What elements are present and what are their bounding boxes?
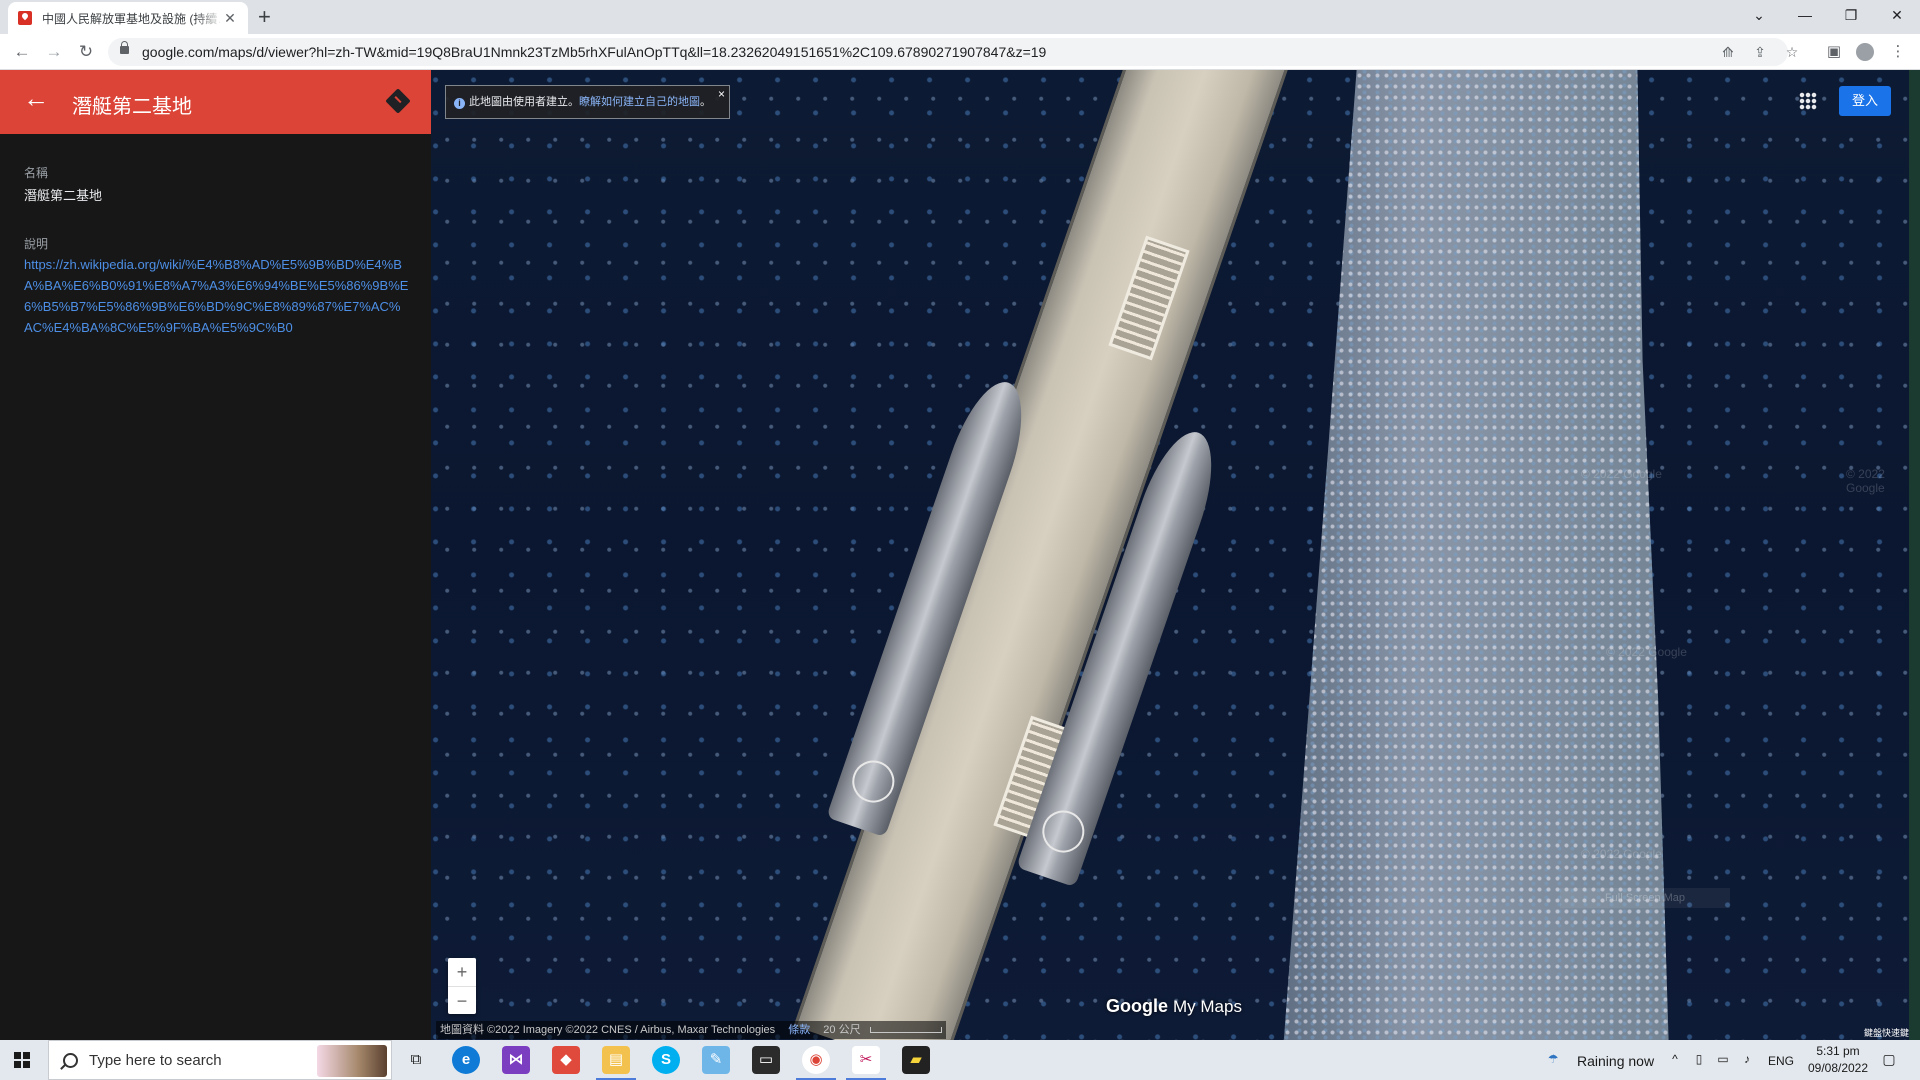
new-tab-button[interactable]: + — [258, 4, 271, 30]
tab-close-icon[interactable]: ✕ — [222, 10, 238, 27]
panel-header: ← 潛艇第二基地 — [0, 70, 431, 134]
bookmark-star-icon[interactable]: ☆ — [1782, 42, 1802, 62]
user-created-map-notice: i 此地圖由使用者建立。瞭解如何建立自己的地圖。 × — [445, 85, 730, 119]
clock-time[interactable]: 5:31 pm — [1810, 1044, 1866, 1058]
weather-text[interactable]: Raining now — [1577, 1053, 1654, 1069]
map-watermark: © 2022 Google — [1846, 467, 1885, 495]
address-bar[interactable]: google.com/maps/d/viewer?hl=zh-TW&mid=19… — [108, 38, 1788, 66]
sticky-notes-icon[interactable]: ▰ — [902, 1046, 930, 1074]
anydesk-icon[interactable]: ◆ — [552, 1046, 580, 1074]
google-my-maps-logo: Google My Maps — [1106, 996, 1242, 1017]
search-highlight-image — [317, 1045, 387, 1077]
feature-details-panel: ← 潛艇第二基地 名稱 潛艇第二基地 說明 https://zh.wikiped… — [0, 70, 431, 1040]
share-icon[interactable]: ⇪ — [1750, 42, 1770, 62]
volume-icon[interactable]: ♪ — [1740, 1052, 1754, 1066]
tab-title: 中國人民解放軍基地及設施 (持續… — [42, 11, 222, 26]
zoom-out-button[interactable]: − — [448, 987, 476, 1015]
panel-title: 潛艇第二基地 — [72, 96, 192, 118]
language-indicator[interactable]: ENG — [1768, 1054, 1794, 1068]
notice-suffix: 。 — [700, 96, 711, 108]
task-view-icon[interactable]: ⧉ — [402, 1046, 430, 1074]
terms-link[interactable]: 條款 — [788, 1024, 810, 1036]
logo-google: Google — [1106, 996, 1168, 1016]
tab-search-icon[interactable]: ⌄ — [1736, 0, 1782, 30]
forward-icon[interactable]: → — [42, 40, 66, 64]
back-arrow-icon[interactable]: ← — [22, 84, 50, 112]
back-icon[interactable]: ← — [10, 40, 34, 64]
google-apps-grid-icon[interactable] — [1799, 92, 1817, 110]
translate-icon[interactable]: ⟰ — [1718, 42, 1738, 62]
description-link[interactable]: https://zh.wikipedia.org/wiki/%E4%B8%AD%… — [24, 254, 409, 338]
network-icon[interactable]: ▭ — [1716, 1052, 1730, 1066]
usb-icon[interactable]: ▯ — [1692, 1052, 1706, 1066]
weather-icon[interactable]: ☂ — [1546, 1052, 1560, 1066]
file-explorer-icon[interactable]: ▤ — [596, 1046, 636, 1080]
pier-imagery — [793, 70, 1293, 1040]
taskbar-search-box[interactable]: Type here to search — [48, 1040, 392, 1080]
notice-close-icon[interactable]: × — [718, 78, 725, 110]
restore-button[interactable]: ❐ — [1828, 0, 1874, 30]
browser-tab[interactable]: 中國人民解放軍基地及設施 (持續… ✕ — [8, 2, 248, 34]
learn-create-map-link[interactable]: 瞭解如何建立自己的地圖 — [579, 96, 700, 108]
description-label: 說明 — [24, 237, 49, 251]
taskbar-search-placeholder: Type here to search — [89, 1052, 222, 1069]
browser-toolbar: ← → ↻ google.com/maps/d/viewer?hl=zh-TW&… — [0, 34, 1920, 70]
keyboard-shortcuts-link[interactable]: 鍵盤快速鍵 — [1864, 1026, 1909, 1039]
edge-browser-icon[interactable]: e — [452, 1046, 480, 1074]
tray-overflow-icon[interactable]: ^ — [1668, 1052, 1682, 1066]
logo-mymaps: My Maps — [1173, 997, 1242, 1016]
directions-icon[interactable] — [385, 88, 411, 114]
map-watermark: © 2022 Google — [1581, 467, 1662, 481]
close-window-button[interactable]: ✕ — [1874, 0, 1920, 30]
side-panel-icon[interactable]: ▣ — [1824, 42, 1844, 62]
map-watermark: © 2022 Google — [1581, 847, 1662, 861]
name-label: 名稱 — [24, 166, 49, 180]
notes-app-icon[interactable]: ✎ — [702, 1046, 730, 1074]
dark-water-imagery — [1909, 70, 1920, 1040]
notice-text: 此地圖由使用者建立。 — [469, 96, 579, 108]
helipad-marking — [1036, 804, 1091, 859]
scale-bar — [869, 1027, 942, 1034]
terminal-icon[interactable]: ▭ — [752, 1046, 780, 1074]
profile-avatar-icon[interactable] — [1856, 43, 1874, 61]
reload-icon[interactable]: ↻ — [74, 40, 98, 64]
notifications-icon[interactable]: ▢ — [1882, 1052, 1896, 1066]
sign-in-button[interactable]: 登入 — [1839, 86, 1891, 116]
visual-studio-icon[interactable]: ⋈ — [502, 1046, 530, 1074]
name-value: 潛艇第二基地 — [24, 188, 103, 203]
menu-kebab-icon[interactable]: ⋮ — [1888, 42, 1908, 62]
fullscreen-hint: Full Screen Map — [1560, 888, 1730, 908]
tab-strip: 中國人民解放軍基地及設施 (持續… ✕ + ⌄ — ❐ ✕ — [0, 0, 1920, 34]
search-icon — [63, 1053, 78, 1068]
windows-taskbar: Type here to search ⧉ e ⋈ ◆ ▤ S ✎ ▭ ◉ ✂ … — [0, 1040, 1920, 1080]
skype-icon[interactable]: S — [652, 1046, 680, 1074]
url-text: google.com/maps/d/viewer?hl=zh-TW&mid=19… — [142, 44, 1047, 60]
info-icon: i — [454, 98, 465, 109]
windows-start-icon[interactable] — [14, 1052, 30, 1068]
attribution-text: 地圖資料 ©2022 Imagery ©2022 CNES / Airbus, … — [440, 1024, 776, 1036]
clock-date[interactable]: 09/08/2022 — [1804, 1061, 1872, 1075]
google-maps-favicon-icon — [18, 11, 32, 25]
zoom-control: + − — [448, 958, 476, 1014]
zoom-in-button[interactable]: + — [448, 958, 476, 987]
map-watermark: © 2022 Google — [1606, 645, 1687, 659]
scale-label[interactable]: 20 公尺 — [823, 1024, 860, 1036]
map-attribution-bar: 地圖資料 ©2022 Imagery ©2022 CNES / Airbus, … — [436, 1021, 946, 1039]
snipping-tool-icon[interactable]: ✂ — [846, 1046, 886, 1080]
helipad-marking — [846, 754, 901, 809]
chrome-icon[interactable]: ◉ — [796, 1046, 836, 1080]
lock-icon[interactable] — [120, 41, 129, 54]
minimize-button[interactable]: — — [1782, 0, 1828, 30]
